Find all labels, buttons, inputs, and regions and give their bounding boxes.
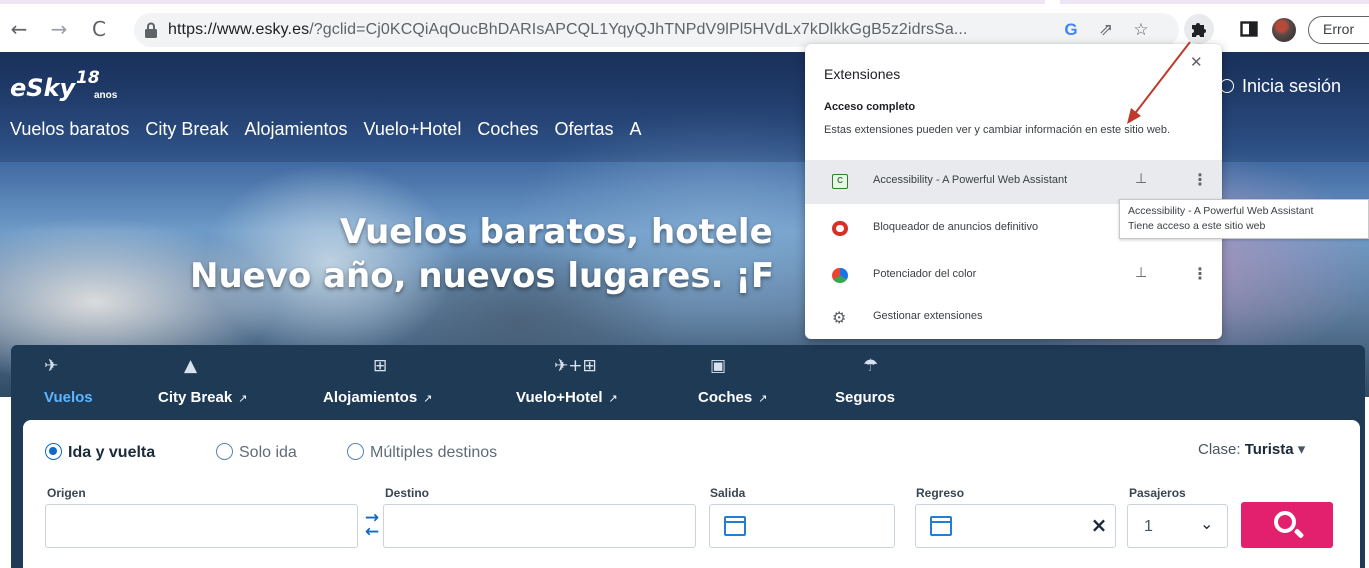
external-link-icon: ↗ xyxy=(423,393,433,405)
extension-item-accessibility[interactable]: C Accessibility - A Powerful Web Assista… xyxy=(805,160,1222,204)
search-icon xyxy=(1274,511,1296,533)
headline-line-2: Nuevo año, nuevos lugares. ¡F xyxy=(190,256,775,296)
profile-avatar[interactable] xyxy=(1272,18,1296,42)
manage-extensions-item[interactable]: ⚙ Gestionar extensiones xyxy=(805,296,1222,340)
external-link-icon: ↗ xyxy=(608,393,618,405)
login-icon xyxy=(1220,79,1234,93)
color-enhancer-icon xyxy=(832,268,848,283)
radio-circle xyxy=(216,443,233,460)
hotel-icon: ⊞ xyxy=(373,356,388,376)
departure-label: Salida xyxy=(710,486,746,500)
menu-item-ofertas[interactable]: Ofertas xyxy=(554,119,613,139)
destination-input[interactable] xyxy=(383,504,696,548)
url-text[interactable]: https://www.esky.es/?gclid=Cj0KCQiAqOucB… xyxy=(168,21,968,39)
accessibility-extension-icon: C xyxy=(832,174,848,189)
back-arrow-icon[interactable]: ← xyxy=(6,14,32,44)
car-icon: ▣ xyxy=(710,356,727,376)
logo-anniversary-label: anos xyxy=(94,90,118,101)
plane-icon: ✈ xyxy=(44,356,59,376)
extension-item-color-enhancer[interactable]: Potenciador del color ⊥ ⋮ xyxy=(805,254,1222,298)
menu-item-vuelos-baratos[interactable]: Vuelos baratos xyxy=(10,119,129,139)
passengers-value: 1 xyxy=(1144,518,1153,535)
return-label: Regreso xyxy=(916,486,965,500)
chevron-down-icon: ⌄ xyxy=(1200,514,1214,533)
tab-highlight-2 xyxy=(1060,0,1369,4)
destination-label: Destino xyxy=(385,486,430,500)
origin-input[interactable] xyxy=(45,504,358,548)
pin-icon[interactable]: ⊥ xyxy=(1135,265,1147,281)
tab-label: Alojamientos ↗ xyxy=(323,389,433,406)
section-description: Estas extensiones pueden ver y cambiar i… xyxy=(824,124,1171,136)
side-panel-icon[interactable] xyxy=(1236,16,1262,42)
menu-item-alojamientos[interactable]: Alojamientos xyxy=(244,119,347,139)
tab-label: Vuelos xyxy=(44,389,93,406)
gear-icon: ⚙ xyxy=(832,308,847,327)
umbrella-icon: ☂ xyxy=(863,356,879,376)
class-selector[interactable]: Clase: Turista ▾ xyxy=(1198,440,1305,458)
menu-item-vuelo-hotel[interactable]: Vuelo+Hotel xyxy=(364,119,462,139)
tab-label: Vuelo+Hotel ↗ xyxy=(516,389,618,406)
eiffel-tower-icon: ▲ xyxy=(184,356,198,376)
external-link-icon: ↗ xyxy=(238,393,248,405)
calendar-icon xyxy=(724,516,746,536)
radio-round-trip[interactable]: Ida y vuelta xyxy=(45,440,155,462)
lock-icon[interactable] xyxy=(144,22,158,38)
more-options-icon[interactable]: ⋮ xyxy=(1192,264,1208,283)
section-title: Acceso completo xyxy=(824,101,916,113)
radio-circle xyxy=(347,443,364,460)
address-bar[interactable]: https://www.esky.es/?gclid=Cj0KCQiAqOucB… xyxy=(134,13,1179,47)
tab-highlight xyxy=(0,0,1045,4)
logo-anniversary-number: 18 xyxy=(76,68,100,88)
share-icon[interactable]: ⇗ xyxy=(1094,19,1118,41)
tab-label: Seguros xyxy=(835,389,896,406)
departure-date-input[interactable] xyxy=(709,504,895,548)
popup-title: Extensiones xyxy=(824,66,901,82)
main-menu: Vuelos baratos City Break Alojamientos Vuel… xyxy=(10,119,658,140)
headline-line-1: Vuelos baratos, hotele xyxy=(340,212,773,252)
extension-name: Potenciador del color xyxy=(873,268,977,280)
search-button[interactable] xyxy=(1241,502,1333,548)
reload-icon[interactable]: C xyxy=(86,14,112,44)
bookmark-star-icon[interactable]: ☆ xyxy=(1129,19,1153,41)
menu-item-coches[interactable]: Coches xyxy=(477,119,538,139)
login-label: Inicia sesión xyxy=(1242,76,1342,96)
ad-blocker-icon xyxy=(832,221,848,236)
radio-circle xyxy=(45,443,62,460)
caret-down-icon: ▾ xyxy=(1297,441,1306,458)
tab-label: Coches ↗ xyxy=(698,389,768,406)
passengers-select[interactable]: 1 ⌄ xyxy=(1127,504,1228,548)
close-icon[interactable]: ✕ xyxy=(1190,53,1203,71)
tab-label: City Break ↗ xyxy=(158,389,248,406)
passengers-label: Pasajeros xyxy=(1129,486,1186,500)
extensions-button[interactable] xyxy=(1184,14,1214,44)
menu-item-truncated[interactable]: A xyxy=(629,119,641,139)
external-link-icon: ↗ xyxy=(758,393,768,405)
extensions-popup: Extensiones ✕ Acceso completo Estas exte… xyxy=(805,44,1222,339)
pin-icon[interactable]: ⊥ xyxy=(1135,171,1147,187)
tooltip-line-1: Accessibility - A Powerful Web Assistant xyxy=(1128,205,1314,217)
extension-tooltip: Accessibility - A Powerful Web Assistant… xyxy=(1119,199,1369,239)
esky-logo[interactable]: eSky xyxy=(10,74,75,102)
puzzle-icon xyxy=(1192,23,1206,37)
menu-item-city-break[interactable]: City Break xyxy=(145,119,228,139)
plane-hotel-icon: ✈+⊞ xyxy=(554,356,597,376)
radio-multi-city[interactable]: Múltiples destinos xyxy=(347,440,497,462)
url-path: /?gclid=Cj0KCQiAqOucBhDARIsAPCQL1YqyQJhT… xyxy=(309,21,968,38)
google-icon[interactable]: G xyxy=(1059,19,1083,41)
more-options-icon[interactable]: ⋮ xyxy=(1192,170,1208,189)
extension-name: Gestionar extensiones xyxy=(873,310,983,322)
extension-name: Bloqueador de anuncios definitivo xyxy=(873,221,1039,233)
flight-search-form: Ida y vuelta Solo ida Múltiples destinos… xyxy=(23,420,1360,568)
url-host: https://www.esky.es xyxy=(168,21,310,38)
error-button[interactable]: Error xyxy=(1308,16,1369,44)
extension-name: Accessibility - A Powerful Web Assistant xyxy=(873,174,1068,186)
clear-return-date-icon[interactable]: × xyxy=(1084,510,1114,540)
tooltip-line-2: Tiene acceso a este sitio web xyxy=(1128,220,1266,232)
radio-one-way[interactable]: Solo ida xyxy=(216,440,297,462)
login-link[interactable]: Inicia sesión xyxy=(1220,76,1341,97)
swap-icon[interactable]: → ← xyxy=(362,510,382,541)
forward-arrow-icon[interactable]: → xyxy=(46,14,72,44)
origin-label: Origen xyxy=(47,486,86,500)
calendar-icon xyxy=(930,516,952,536)
